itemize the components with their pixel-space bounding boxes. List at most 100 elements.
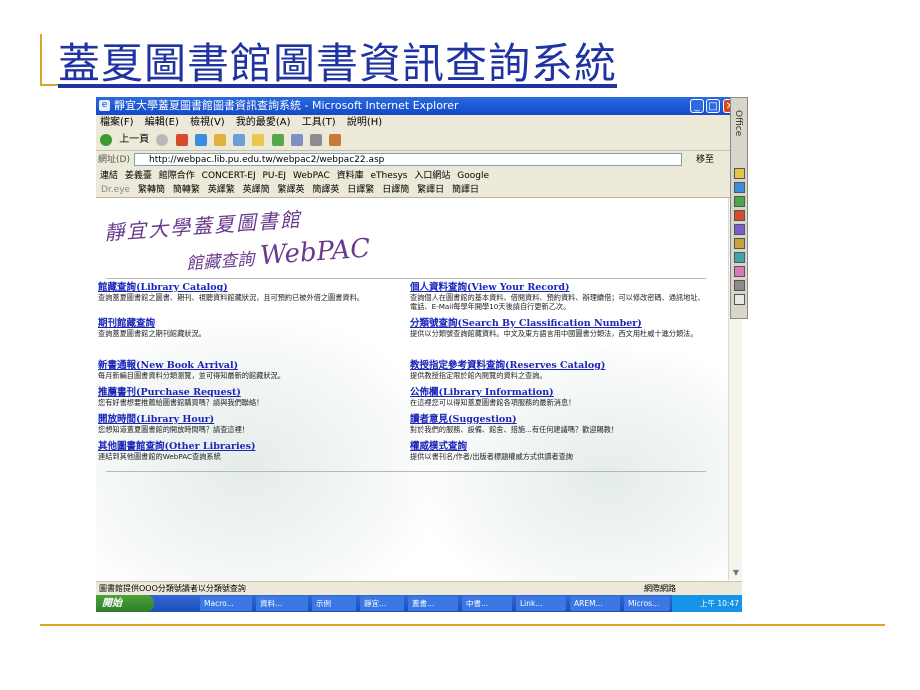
taskbar-task[interactable]: Link... <box>516 596 566 611</box>
back-arrow-icon[interactable] <box>100 134 112 146</box>
entry-desc: 對於我們的服務、設備、館舍、措施...有任何建議嗎？歡迎賜教！ <box>410 425 619 434</box>
office-shortcut-icon[interactable] <box>734 182 745 193</box>
office-shortcut-icon[interactable] <box>734 210 745 221</box>
entry-classification: 分類號查詢(Search By Classification Number) 提… <box>410 318 710 338</box>
ie-icon: e <box>99 100 110 111</box>
menu-file[interactable]: 檔案(F) <box>100 117 134 128</box>
entry-link[interactable]: 推薦書刊(Purchase Request) <box>98 387 398 398</box>
scroll-down-icon[interactable]: ▼ <box>729 568 742 580</box>
entry-desc: 提供教授指定限於館內閱覽的資料之查詢。 <box>410 371 547 380</box>
link-item[interactable]: 館際合作 <box>159 171 195 181</box>
status-text: 圖書館提供OOO分類號讀者以分類號查詢 <box>99 584 246 593</box>
home-icon[interactable] <box>213 134 226 146</box>
page-content: 靜宜大學蓋夏圖書館 館藏查詢 WebPAC 館藏查詢(Library Catalo… <box>96 198 742 612</box>
entry-desc: 查詢蓋夏圖書館之期刊館藏狀況。 <box>98 329 206 338</box>
link-item[interactable]: 資料庫 <box>337 171 364 181</box>
entry-library-catalog: 館藏查詢(Library Catalog) 查詢蓋夏圖書館之圖書、期刊、視聽資料… <box>98 282 398 302</box>
entry-link[interactable]: 教授指定參考資料查詢(Reserves Catalog) <box>410 360 710 371</box>
start-button[interactable]: 開始 <box>96 595 154 612</box>
entry-desc: 提供以書刊名/作者/出版者標題權威方式供讀者查詢 <box>410 452 573 461</box>
link-item[interactable]: 入口網站 <box>414 171 450 181</box>
search-icon[interactable] <box>233 134 246 146</box>
menu-tools[interactable]: 工具(T) <box>302 117 336 128</box>
zone-text: 網際網路 <box>644 584 676 593</box>
dict-item[interactable]: 英譯簡 <box>243 185 270 195</box>
slide-bottom-line <box>40 624 885 626</box>
taskbar-task[interactable]: Macro... <box>200 596 252 611</box>
entry-authority-search: 權威模式查詢 提供以書刊名/作者/出版者標題權威方式供讀者查詢 <box>410 441 710 461</box>
slide-frame-left-line <box>40 34 42 84</box>
link-item[interactable]: 姜義臺 <box>125 171 152 181</box>
office-shortcut-icon[interactable] <box>734 266 745 277</box>
forward-arrow-icon[interactable] <box>156 134 169 146</box>
menu-bar: 檔案(F) 編輯(E) 檢視(V) 我的最愛(A) 工具(T) 說明(H) <box>96 115 742 130</box>
link-item[interactable]: CONCERT-EJ <box>202 171 256 181</box>
back-button[interactable]: 上一頁 <box>119 130 149 150</box>
taskbar-task[interactable]: 蓋書... <box>408 596 458 611</box>
menu-view[interactable]: 檢視(V) <box>190 117 225 128</box>
entry-link[interactable]: 期刊館藏查詢 <box>98 318 398 329</box>
entry-link[interactable]: 權威模式查詢 <box>410 441 710 452</box>
refresh-icon[interactable] <box>194 134 207 146</box>
dict-item[interactable]: 日譯簡 <box>382 185 409 195</box>
entry-other-libraries: 其他圖書館查詢(Other Libraries) 連結到其他圖書館的WebPAC… <box>98 441 398 461</box>
menu-favorites[interactable]: 我的最愛(A) <box>236 117 291 128</box>
go-button[interactable]: 移至 <box>696 151 714 169</box>
taskbar-task[interactable]: 靜宜... <box>360 596 404 611</box>
office-shortcut-icon[interactable] <box>734 252 745 263</box>
entry-link[interactable]: 分類號查詢(Search By Classification Number) <box>410 318 710 329</box>
taskbar-task[interactable]: AREM... <box>570 596 620 611</box>
stop-icon[interactable] <box>175 134 188 146</box>
system-tray-clock: 上午 10:47 <box>672 595 742 612</box>
dict-item[interactable]: 簡譯日 <box>452 185 479 195</box>
favorites-icon[interactable] <box>252 134 265 146</box>
maximize-button[interactable]: □ <box>706 99 720 113</box>
entry-periodicals: 期刊館藏查詢 查詢蓋夏圖書館之期刊館藏狀況。 <box>98 318 398 338</box>
dict-item[interactable]: 簡轉繁 <box>173 185 200 195</box>
entry-link[interactable]: 讀者意見(Suggestion) <box>410 414 710 425</box>
entry-link[interactable]: 開放時間(Library Hour) <box>98 414 398 425</box>
window-titlebar: e 靜宜大學蓋夏圖書館圖書資訊查詢系統 - Microsoft Internet… <box>96 97 742 115</box>
dict-item[interactable]: 簡譯英 <box>312 185 339 195</box>
link-item[interactable]: Google <box>457 171 489 181</box>
entry-desc: 連結到其他圖書館的WebPAC查詢系統 <box>98 452 221 461</box>
office-shortcut-icon[interactable] <box>734 280 745 291</box>
minimize-button[interactable]: _ <box>690 99 704 113</box>
history-icon[interactable] <box>271 134 284 146</box>
menu-help[interactable]: 說明(H) <box>347 117 382 128</box>
entry-link[interactable]: 公佈欄(Library Information) <box>410 387 710 398</box>
translation-toolbar: Dr.eye 繁轉簡 簡轉繁 英譯繁 英譯簡 繁譯英 簡譯英 日譯繁 日譯簡 繁… <box>96 183 742 198</box>
entry-link[interactable]: 館藏查詢(Library Catalog) <box>98 282 398 293</box>
entry-link[interactable]: 其他圖書館查詢(Other Libraries) <box>98 441 398 452</box>
taskbar-task[interactable]: 資料... <box>256 596 308 611</box>
dict-item[interactable]: 日譯繁 <box>347 185 374 195</box>
office-shortcut-icon[interactable] <box>734 168 745 179</box>
taskbar-task[interactable]: 中書... <box>462 596 512 611</box>
print-icon[interactable] <box>309 134 322 146</box>
link-item[interactable]: PU-EJ <box>262 171 286 181</box>
entry-reserves: 教授指定參考資料查詢(Reserves Catalog) 提供教授指定限於館內閱… <box>410 360 710 380</box>
taskbar-task[interactable]: 示例 <box>312 596 356 611</box>
entry-link[interactable]: 個人資料查詢(View Your Record) <box>410 282 710 293</box>
entry-library-information: 公佈欄(Library Information) 在這裡您可以得知蓋夏圖書館各項… <box>410 387 710 407</box>
link-item[interactable]: eThesys <box>371 171 408 181</box>
logo-webpac-text: WebPAC <box>258 233 372 272</box>
entry-link[interactable]: 新書通報(New Book Arrival) <box>98 360 398 371</box>
office-shortcut-icon[interactable] <box>734 224 745 235</box>
menu-edit[interactable]: 編輯(E) <box>145 117 179 128</box>
office-shortcut-icon[interactable] <box>734 238 745 249</box>
office-shortcut-icon[interactable] <box>734 294 745 305</box>
edit-icon[interactable] <box>329 134 342 146</box>
entry-desc: 您有好書想要推薦給圖書館購買嗎？請與我們聯絡！ <box>98 398 264 407</box>
dict-item[interactable]: 繁譯日 <box>417 185 444 195</box>
dict-item[interactable]: 英譯繁 <box>208 185 235 195</box>
mail-icon[interactable] <box>290 134 303 146</box>
office-shortcut-icon[interactable] <box>734 196 745 207</box>
status-bar: 圖書館提供OOO分類號讀者以分類號查詢 網際網路 <box>96 581 742 596</box>
dict-item[interactable]: 繁轉簡 <box>138 185 165 195</box>
dict-item[interactable]: 繁譯英 <box>278 185 305 195</box>
dict-label: Dr.eye <box>101 185 131 195</box>
taskbar-task[interactable]: Micros... <box>624 596 670 611</box>
link-item[interactable]: WebPAC <box>293 171 330 181</box>
address-input[interactable]: http://webpac.lib.pu.edu.tw/webpac2/webp… <box>134 153 682 166</box>
